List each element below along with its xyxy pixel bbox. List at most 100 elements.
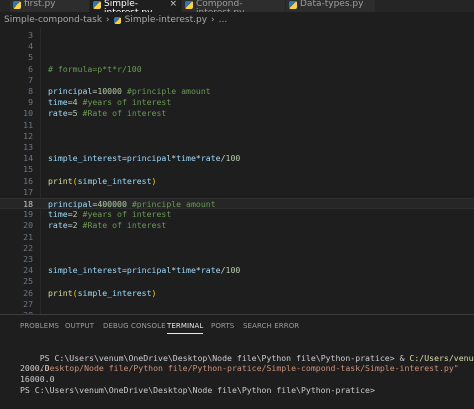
code-line[interactable]: 8 principal=10000 #principle amount (0, 86, 474, 97)
line-number: 20 (23, 220, 33, 231)
line-number: 6 (28, 63, 33, 74)
code-token: principal (48, 199, 93, 209)
line-number: 26 (23, 287, 33, 298)
code-token: principal (126, 265, 172, 276)
tab-terminal[interactable]: TERMINAL (167, 315, 204, 337)
tab-problems[interactable]: PROBLEMS (20, 315, 59, 337)
code-token: time (48, 209, 68, 220)
code-line[interactable]: 13 (0, 142, 474, 153)
line-number: 3 (28, 30, 33, 40)
line-number: 15 (23, 164, 33, 175)
code-token: #years of interest (77, 97, 172, 108)
code-text: print(simple_interest) (48, 176, 156, 187)
code-token: simple_interest (77, 287, 152, 298)
tab-label: Compond-interest.py (196, 0, 244, 12)
code-line[interactable]: 6 # formula=p*t*r/100 (0, 64, 474, 75)
line-number: 21 (23, 231, 33, 242)
terminal-command-arg: /Desktop/Node file/Python file/Python-pr… (39, 363, 459, 373)
code-token: simple_interest (48, 153, 122, 164)
line-number: 24 (23, 265, 33, 276)
python-file-icon (185, 1, 193, 9)
tab-debug-console[interactable]: DEBUG CONSOLE (103, 315, 166, 337)
terminal-output: 16000.0 (20, 374, 55, 384)
line-number: 12 (23, 130, 33, 141)
code-line[interactable]: 15 (0, 164, 474, 175)
tab-simple-interest-py[interactable]: Simple-interest.py × (90, 0, 182, 12)
code-line[interactable]: 9 time=4 #years of interest (0, 97, 474, 108)
code-line[interactable]: 19 time=2 #years of interest (0, 209, 474, 220)
code-token: time (176, 265, 196, 276)
code-line[interactable]: 12 (0, 131, 474, 142)
code-text: time=4 #years of interest (48, 97, 171, 108)
code-token: #principle amount (121, 86, 211, 96)
code-token: #Rate of interest (77, 108, 167, 119)
code-line[interactable]: 27 (0, 299, 474, 310)
code-text: simple_interest=principal*time*rate/100 (48, 265, 240, 276)
breadcrumb-more[interactable]: ... (219, 15, 228, 25)
panel-tab-bar: PROBLEMS OUTPUT DEBUG CONSOLE TERMINAL P… (0, 315, 474, 337)
code-token: rate (48, 108, 68, 119)
code-line[interactable]: 23 (0, 254, 474, 265)
code-line[interactable]: 11 (0, 120, 474, 131)
terminal-line: /Desktop/Node file/Python file/Python-pr… (20, 352, 459, 373)
code-editor[interactable]: 3 4 5 6 # formula=p*t*r/100 7 8 principal=10000… (0, 28, 474, 314)
terminal[interactable]: PS C:\Users\venum\OneDrive\Desktop\Node … (0, 337, 474, 409)
line-number: 22 (23, 242, 33, 253)
line-number: 4 (28, 41, 33, 52)
code-line[interactable]: 14 simple_interest=principal*time*rate/10… (0, 153, 474, 164)
line-number: 13 (23, 142, 33, 152)
code-text: principal=10000 #principle amount (48, 86, 211, 97)
code-line[interactable]: 25 (0, 276, 474, 287)
line-number: 27 (23, 298, 33, 309)
line-number: 10 (23, 108, 33, 119)
tab-data-types-py[interactable]: Data-types.py (286, 0, 376, 12)
code-line[interactable]: 26 print(simple_interest) (0, 288, 474, 299)
code-line[interactable]: 16 print(simple_interest) (0, 176, 474, 187)
tab-output[interactable]: OUTPUT (65, 315, 94, 337)
breadcrumb-separator: › (106, 15, 110, 25)
code-text: rate=5 #Rate of interest (48, 108, 166, 119)
code-token: rate (200, 265, 221, 276)
line-number: 7 (28, 74, 33, 85)
breadcrumb-separator: › (211, 15, 215, 25)
code-text: time=2 #years of interest (48, 209, 171, 220)
breadcrumb-file[interactable]: Simple-interest.py (125, 15, 207, 25)
tab-search-error[interactable]: SEARCH ERROR (243, 315, 299, 337)
line-number: 9 (28, 97, 33, 108)
code-token: 10000 (97, 86, 122, 96)
code-token: #principle amount (126, 199, 216, 209)
code-line[interactable]: 4 (0, 41, 474, 52)
code-line[interactable]: 5 (0, 52, 474, 63)
tab-first-py[interactable]: first.py (10, 0, 90, 12)
code-token: principal (48, 86, 93, 96)
python-file-icon (113, 16, 121, 24)
code-token: rate (200, 153, 221, 164)
code-text: # formula=p*t*r/100 (48, 64, 142, 75)
code-token: rate (48, 220, 68, 231)
code-line[interactable]: 10 rate=5 #Rate of interest (0, 108, 474, 119)
code-token: 100 (225, 153, 241, 164)
python-file-icon (13, 1, 21, 9)
code-line[interactable]: 24 simple_interest=principal*time*rate/10… (0, 265, 474, 276)
line-number: 17 (23, 186, 33, 197)
terminal-prompt: PS C:\Users\venum\OneDrive\Desktop\Node … (20, 385, 375, 395)
code-token: print (48, 175, 73, 186)
line-number: 25 (23, 276, 33, 287)
code-line[interactable]: 21 (0, 232, 474, 243)
code-line[interactable]: 3 (0, 30, 474, 41)
code-token: principal (126, 153, 172, 164)
code-line[interactable]: 20 rate=2 #Rate of interest (0, 220, 474, 231)
code-line[interactable]: 7 (0, 75, 474, 86)
code-line[interactable]: 18 principal=400000 #principle amount (0, 198, 474, 209)
code-token: time (176, 153, 196, 164)
code-line[interactable]: 22 (0, 243, 474, 254)
tab-compond-interest-py[interactable]: Compond-interest.py (182, 0, 286, 12)
code-line[interactable]: 17 (0, 187, 474, 198)
terminal-output: 2000.0 (20, 363, 50, 373)
line-number: 8 (28, 86, 33, 96)
tab-ports[interactable]: PORTS (211, 315, 234, 337)
editor-tab-bar: first.py Simple-interest.py × Compond-in… (0, 0, 474, 12)
tab-label: first.py (24, 0, 56, 9)
close-icon[interactable]: × (169, 0, 177, 9)
breadcrumb-folder[interactable]: Simple-compond-task (4, 15, 102, 25)
